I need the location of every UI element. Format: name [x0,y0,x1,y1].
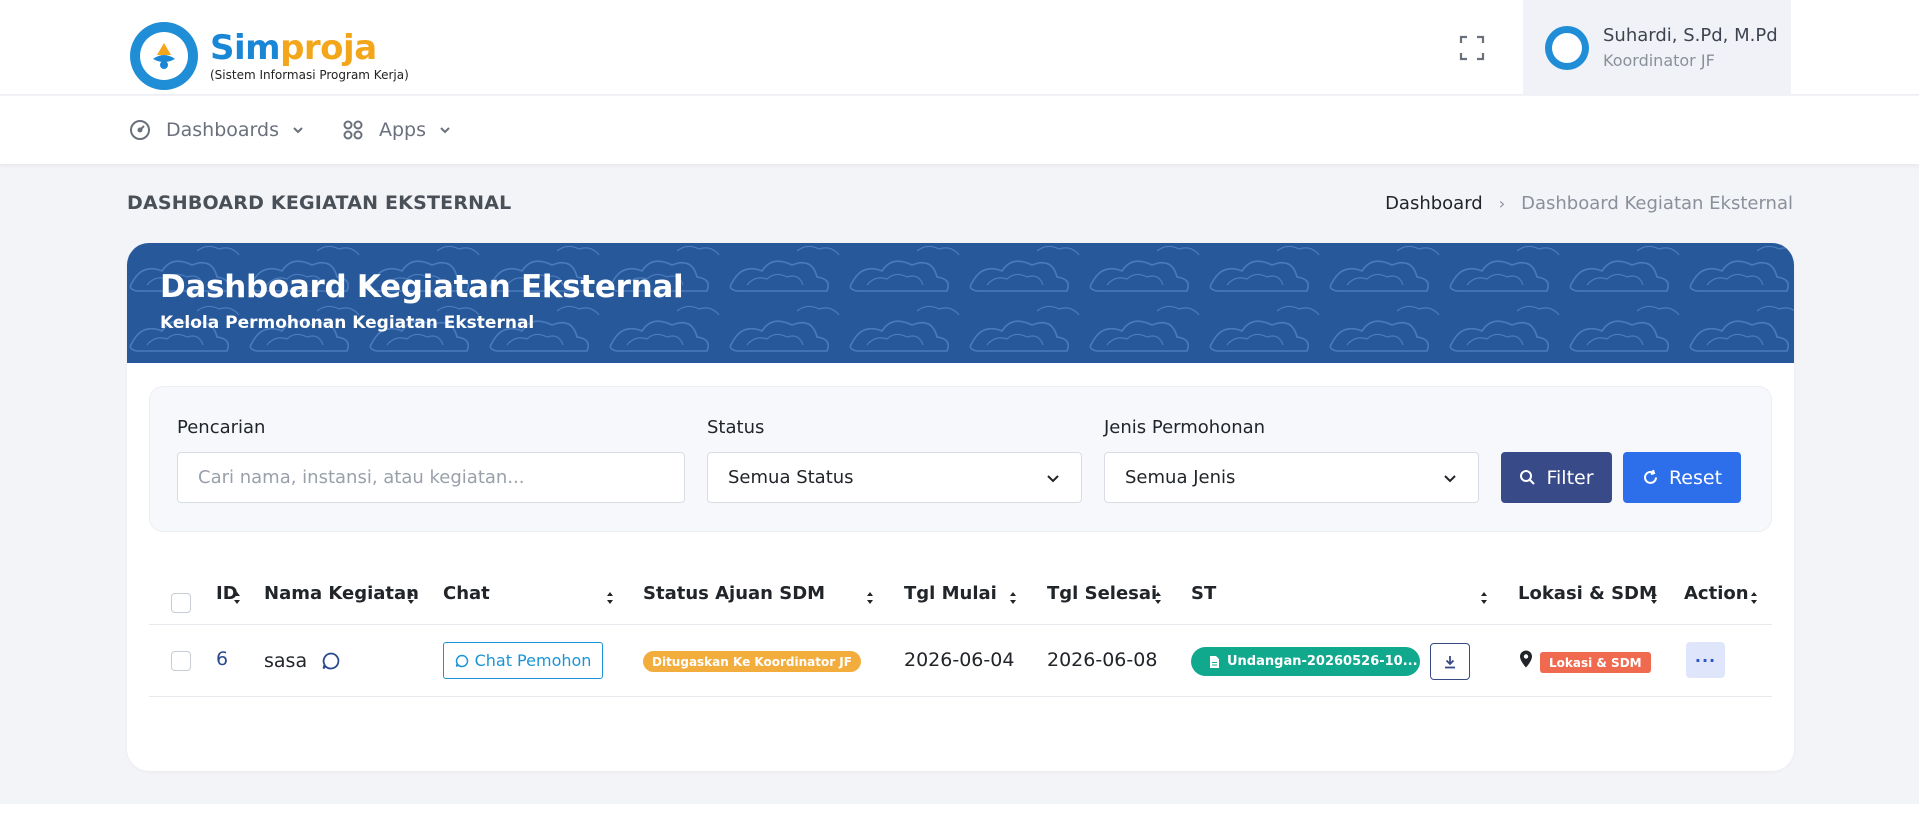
filter-button-label: Filter [1546,466,1594,489]
chevron-down-icon [440,127,450,134]
sort-icon[interactable] [1649,590,1659,606]
table-header: ID Nama Kegiatan Chat Status Ajuan SDM T… [149,573,1772,625]
breadcrumb-dashboard[interactable]: Dashboard [1385,193,1483,214]
map-pin-icon [1520,650,1532,668]
main-card: Dashboard Kegiatan Eksternal Kelola Perm… [127,243,1794,771]
chat-pemohon-label: Chat Pemohon [474,651,592,670]
tut-wuri-logo-icon [130,22,198,90]
row-tgl-selesai: 2026-06-08 [1047,649,1158,671]
refresh-icon [1643,469,1657,484]
lokasi-sdm-badge[interactable]: Lokasi & SDM [1540,652,1651,673]
reset-button[interactable]: Reset [1623,452,1741,503]
row-action-menu-button[interactable]: ··· [1686,642,1725,678]
footer [0,804,1919,838]
avatar [1545,25,1589,70]
user-role: Koordinator JF [1603,51,1715,70]
nav-apps[interactable]: Apps [341,118,452,142]
status-select-value: Semua Status [728,467,854,488]
user-name: Suhardi, S.Pd, M.Pd [1603,25,1778,46]
select-all-checkbox[interactable] [171,593,191,613]
download-icon [1445,655,1455,668]
row-checkbox[interactable] [171,651,191,671]
brand-subtitle: (Sistem Informasi Program Kerja) [210,68,409,82]
sort-icon[interactable] [406,590,416,606]
filter-panel: Pencarian Status Semua Status Jenis Perm… [149,386,1772,532]
chevron-down-icon [1444,475,1456,483]
main-navigation: Dashboards Apps [0,96,1919,164]
chat-pemohon-button[interactable]: Chat Pemohon [443,642,603,679]
column-header-tgl-selesai[interactable]: Tgl Selesai [1047,583,1157,604]
nav-dashboards-label: Dashboards [166,119,279,141]
sort-icon[interactable] [1008,590,1018,606]
fullscreen-icon[interactable] [1458,34,1486,62]
column-header-st[interactable]: ST [1191,583,1216,604]
column-header-status-ajuan[interactable]: Status Ajuan SDM [643,583,825,604]
banner-subtitle: Kelola Permohonan Kegiatan Eksternal [160,313,535,333]
search-input[interactable] [177,452,685,503]
nav-apps-label: Apps [379,119,427,141]
sort-icon[interactable] [1479,590,1489,606]
reset-button-label: Reset [1668,466,1723,489]
top-header: Simproja (Sistem Informasi Program Kerja… [0,0,1919,95]
card-banner: Dashboard Kegiatan Eksternal Kelola Perm… [127,243,1794,363]
breadcrumb: Dashboard › Dashboard Kegiatan Eksternal [1385,193,1793,214]
row-tgl-mulai: 2026-06-04 [904,649,1015,671]
status-select[interactable]: Semua Status [707,452,1082,503]
jenis-select-value: Semua Jenis [1125,467,1236,488]
table-row: 6 sasa Chat Pemohon Ditugaskan Ke Koordi… [149,625,1772,697]
download-button[interactable] [1430,643,1470,680]
brand-logo[interactable]: Simproja (Sistem Informasi Program Kerja… [130,22,409,90]
chat-bubble-icon[interactable] [321,651,341,671]
speedometer-icon [130,120,150,140]
user-profile-menu[interactable]: Suhardi, S.Pd, M.Pd Koordinator JF [1523,0,1791,95]
file-icon [1210,655,1219,668]
row-id-link[interactable]: 6 [216,648,228,670]
column-header-lokasi[interactable]: Lokasi & SDM [1518,583,1657,604]
chat-bubble-icon [455,654,468,667]
sort-icon[interactable] [605,590,615,606]
grid-icon [343,120,363,140]
brand-name: Simproja [210,28,377,68]
column-header-chat[interactable]: Chat [443,583,490,604]
sort-icon[interactable] [865,590,875,606]
column-header-nama[interactable]: Nama Kegiatan [264,583,419,604]
jenis-select[interactable]: Semua Jenis [1104,452,1479,503]
jenis-label: Jenis Permohonan [1104,417,1266,438]
st-file-badge[interactable]: Undangan-20260526-10... [1191,647,1420,676]
breadcrumb-current: Dashboard Kegiatan Eksternal [1521,193,1793,214]
st-file-name: Undangan-20260526-10... [1227,654,1418,669]
sort-icon[interactable] [232,590,242,606]
row-nama-kegiatan: sasa [264,650,308,672]
status-label: Status [707,417,765,438]
sort-icon[interactable] [1749,590,1759,606]
nav-dashboards[interactable]: Dashboards [128,118,305,142]
column-header-tgl-mulai[interactable]: Tgl Mulai [904,583,997,604]
sort-icon[interactable] [1153,590,1163,606]
chevron-down-icon [1047,475,1059,483]
status-badge: Ditugaskan Ke Koordinator JF [643,651,861,672]
chevron-down-icon [293,127,303,134]
breadcrumb-separator-icon: › [1498,194,1506,213]
banner-title: Dashboard Kegiatan Eksternal [160,269,684,305]
search-icon [1520,470,1536,485]
column-header-action[interactable]: Action [1684,583,1749,604]
search-label: Pencarian [177,417,266,438]
filter-button[interactable]: Filter [1501,452,1612,503]
page-title: DASHBOARD KEGIATAN EKSTERNAL [127,192,512,214]
